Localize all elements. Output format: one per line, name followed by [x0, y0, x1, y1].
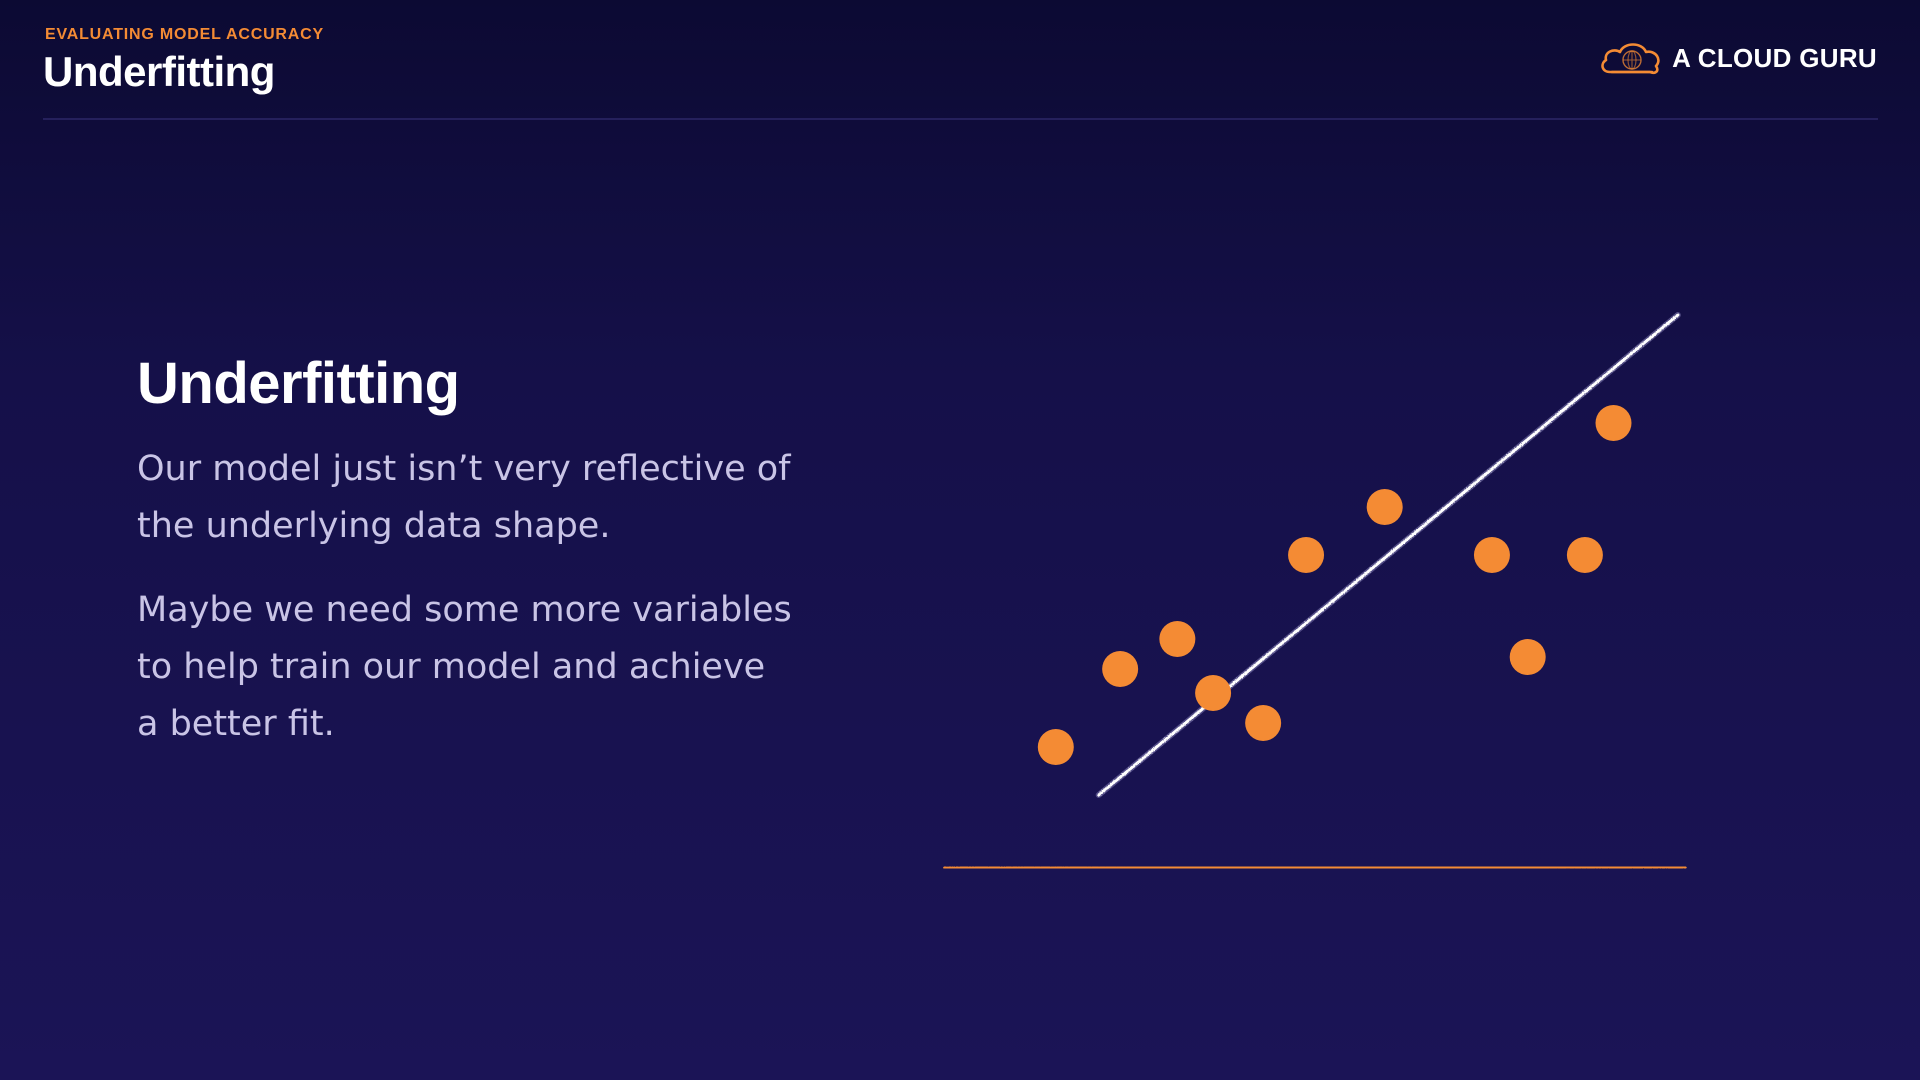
data-point-11 — [1595, 405, 1632, 441]
cloud-logo-icon — [1601, 43, 1660, 75]
data-points — [1037, 405, 1632, 765]
data-point-2 — [1102, 651, 1139, 687]
content-paragraph-2: Maybe we need some more variables to hel… — [137, 590, 792, 744]
data-point-4 — [1195, 675, 1232, 711]
section-eyebrow: EVALUATING MODEL ACCURACY — [45, 26, 324, 43]
slide-title: Underfitting — [43, 48, 275, 95]
data-point-5 — [1245, 705, 1282, 741]
brand-logo: A CLOUD GURU — [1598, 36, 1877, 80]
scatter-chart — [943, 253, 1687, 870]
x-axis — [943, 865, 1687, 870]
header-divider — [43, 118, 1878, 120]
data-point-10 — [1566, 537, 1603, 573]
brand-name: A CLOUD GURU — [1672, 42, 1877, 73]
content-paragraph-1: Our model just isn’t very reflective of … — [137, 449, 791, 546]
content-heading: Underfitting — [137, 351, 460, 416]
data-point-9 — [1509, 639, 1546, 675]
data-point-6 — [1288, 537, 1325, 573]
data-point-1 — [1037, 729, 1074, 765]
data-point-3 — [1159, 621, 1196, 657]
data-point-8 — [1473, 537, 1510, 573]
data-point-7 — [1366, 489, 1403, 525]
slide-content: Underfitting Our model just isn’t very r… — [137, 350, 797, 753]
slide-header: EVALUATING MODEL ACCURACY Underfitting A… — [0, 0, 1920, 122]
